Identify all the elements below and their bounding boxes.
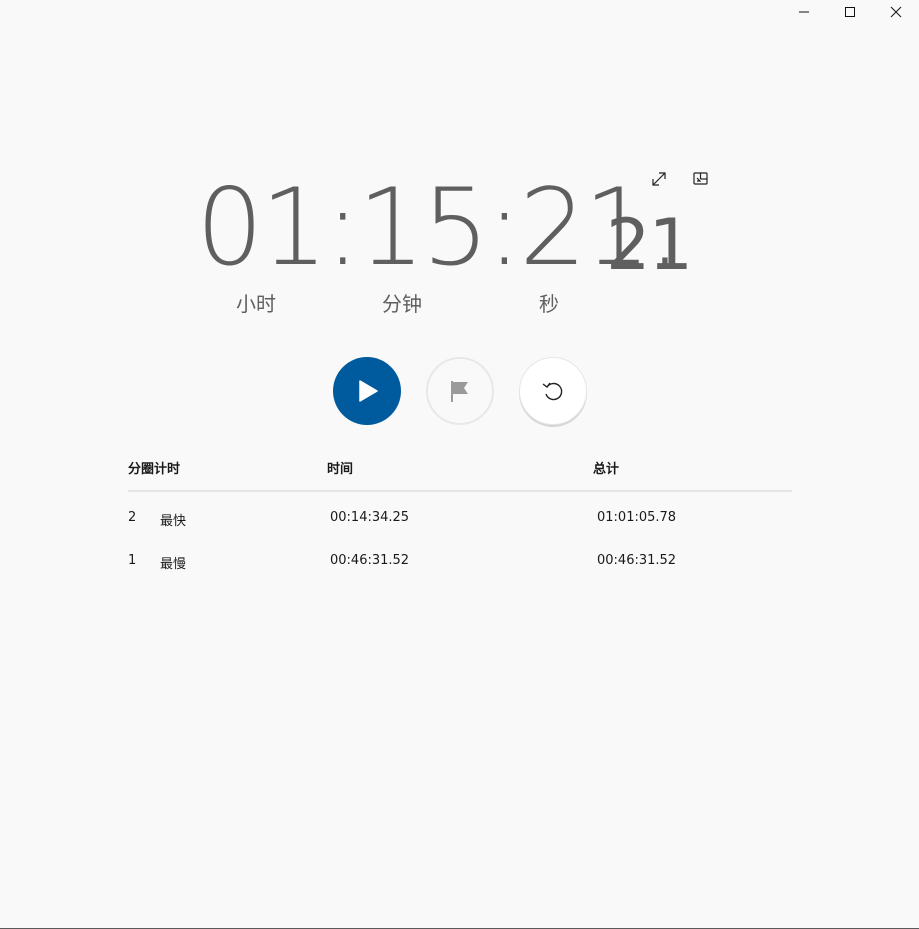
hours-label: 小时 (236, 292, 276, 316)
minimize-button[interactable] (781, 0, 827, 24)
maximize-icon (845, 7, 855, 17)
table-row: 2 最快 00:14:34.25 01:01:05.78 (128, 492, 792, 535)
window-controls (781, 0, 919, 24)
seconds-label: 秒 (539, 292, 559, 316)
lap-tag: 最慢 (160, 557, 187, 572)
play-icon (359, 380, 378, 402)
start-button[interactable] (333, 357, 401, 425)
maximize-button[interactable] (827, 0, 873, 24)
table-row: 1 最慢 00:46:31.52 00:46:31.52 (128, 535, 792, 578)
lap-number: 1 (128, 553, 137, 568)
stopwatch-window: 01:15:21. 21 小时 分钟 秒 分圈计时 时间 总计 2 最快 00:… (0, 0, 919, 929)
timer-fraction: 21 (606, 204, 693, 286)
minutes-label: 分钟 (382, 292, 422, 316)
time-column-header: 时间 (327, 462, 354, 477)
lap-total: 00:46:31.52 (597, 553, 677, 568)
lap-number: 2 (128, 510, 137, 525)
reset-icon (542, 382, 563, 401)
flag-icon (451, 381, 468, 402)
lap-time: 00:14:34.25 (330, 510, 410, 525)
lap-column-header: 分圈计时 (128, 462, 181, 477)
lap-tag: 最快 (160, 514, 187, 529)
reset-button[interactable] (519, 357, 587, 425)
close-button[interactable] (873, 0, 919, 24)
lap-time: 00:46:31.52 (330, 553, 410, 568)
stopwatch-display: 01:15:21. 21 (196, 168, 726, 288)
total-column-header: 总计 (593, 462, 620, 477)
stopwatch-controls (333, 357, 587, 425)
lap-button[interactable] (426, 357, 494, 425)
lap-total: 01:01:05.78 (597, 510, 677, 525)
minimize-icon (799, 11, 809, 13)
close-icon (890, 6, 902, 18)
laps-header: 分圈计时 时间 总计 (128, 452, 792, 492)
laps-table: 分圈计时 时间 总计 2 最快 00:14:34.25 01:01:05.78 … (128, 452, 792, 578)
